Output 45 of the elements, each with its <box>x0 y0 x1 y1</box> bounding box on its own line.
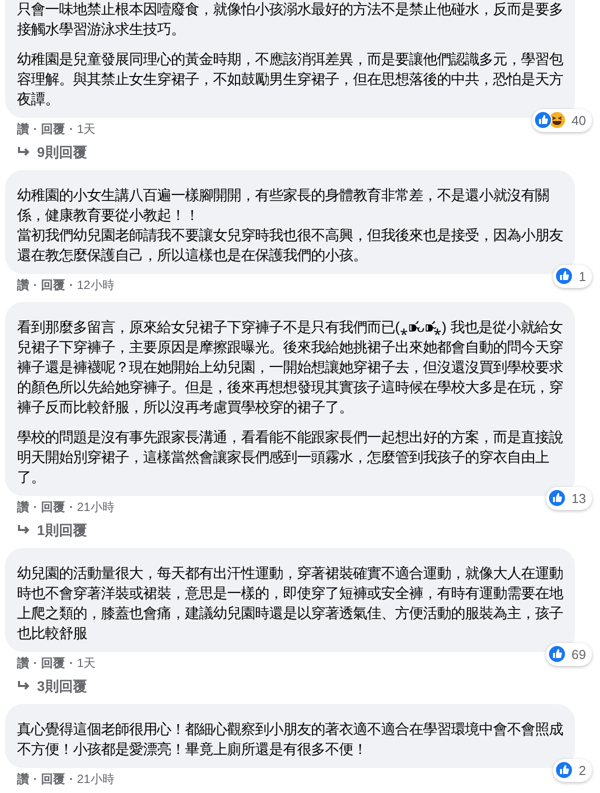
like-icon <box>554 761 573 780</box>
comment-text: 看到那麼多留言，原來給女兒裙子下穿褲子不是只有我們而已(⁎⁍̴̛ᴗ⁍̴̛⁎) 我也是從小就給女兒裙子下穿褲子，主要原因是摩擦跟曝光。後來我給她挑裙子出來她都會自動的問今天穿褲子還是褲襪呢？現在她開始上幼兒園，一開始想讓她穿裙子去，但沒還沒買到學校要求的顏色所以先給她穿褲子。但是，後來再想想發現其實孩子這時候在學校大多是在玩，穿褲子反而比較舒服，所以沒再考慮買學校穿的裙子了。 <box>17 318 564 418</box>
reaction-count: 13 <box>572 490 586 508</box>
comment-text: 真心覺得這個老師很用心！都細心觀察到小朋友的著衣適不適合在學習環境中會不會照成不方便！小孩都是愛漂亮！畢竟上廁所還是有很多不便！ <box>17 720 564 760</box>
reaction-count: 40 <box>572 112 586 130</box>
timestamp[interactable]: 21小時 <box>77 498 114 516</box>
reaction-count: 2 <box>578 762 586 780</box>
timestamp[interactable]: 21小時 <box>77 770 114 788</box>
reply-link[interactable]: 回覆 <box>41 276 65 294</box>
reaction-count: 1 <box>578 268 586 286</box>
reply-arrow-icon <box>17 680 31 692</box>
like-icon <box>548 645 566 664</box>
like-link[interactable]: 讚 <box>17 498 29 516</box>
reaction-summary[interactable]: 13 <box>546 486 592 510</box>
comment-text: 當初我們幼兒園老師請我不要讓女兒穿時我也很不高興，但我後來也是接受，因為小朋友還在教怎麼保護自己，所以這樣也是在保護我們的小孩。 <box>17 226 564 266</box>
reply-link[interactable]: 回覆 <box>41 120 65 138</box>
like-icon <box>534 111 552 130</box>
timestamp[interactable]: 12小時 <box>77 276 114 294</box>
like-link[interactable]: 讚 <box>17 654 29 672</box>
reaction-summary[interactable]: 2 <box>552 758 592 782</box>
view-replies-link[interactable]: 1則回覆 <box>37 520 87 540</box>
like-icon <box>554 267 573 286</box>
like-link[interactable]: 讚 <box>17 276 29 294</box>
comment-text: 幼兒園的活動量很大，每天都有出汗性運動，穿著裙裝確實不適合運動，就像大人在運動時也不會穿著洋裝或裙裝，意思是一樣的，即使穿了短褲或安全褲，有時有運動需要在地上爬之類的，膝蓋也會痛，建議幼兒園時還是以穿著透氣佳、方便活動的服裝為主，孩子也比較舒服 <box>17 564 564 644</box>
timestamp[interactable]: 1天 <box>77 120 96 138</box>
reply-link[interactable]: 回覆 <box>41 770 65 788</box>
comment-text: 幼稚園是兒童發展同理心的黃金時期，不應該消弭差異，而是要讓他們認識多元，學習包容理解。與其禁止女生穿裙子，不如鼓勵男生穿裙子，但在思想落後的中共，恐怕是天方夜譚。 <box>17 50 564 110</box>
reply-link[interactable]: 回覆 <box>41 498 65 516</box>
reply-arrow-icon <box>17 146 31 158</box>
reply-arrow-icon <box>17 524 31 536</box>
comment-text: 只會一味地禁止根本因噎廢食，就像怕小孩溺水最好的方法不是禁止他碰水，反而是要多接觸水學習游泳求生技巧。 <box>17 0 564 40</box>
reaction-summary[interactable]: 69 <box>546 642 592 666</box>
comment-text: 學校的問題是沒有事先跟家長溝通，看看能不能跟家長們一起想出好的方案，而是直接說明天開始別穿裙子，這樣當然會讓家長們感到一頭霧水，怎麼管到我孩子的穿衣自由上了。 <box>17 428 564 488</box>
reaction-summary[interactable]: 40 <box>532 108 592 132</box>
laughing-face-icon <box>548 111 566 130</box>
comment-text: 幼稚園的小女生講八百遍一樣腳開開，有些家長的身體教育非常差，不是還小就沒有關係，健康教育要從小教起！！ <box>17 186 550 226</box>
reaction-summary[interactable]: 1 <box>552 264 592 288</box>
reply-link[interactable]: 回覆 <box>41 654 65 672</box>
view-replies-link[interactable]: 3則回覆 <box>37 676 87 696</box>
timestamp[interactable]: 1天 <box>77 654 96 672</box>
like-icon <box>548 489 566 508</box>
like-link[interactable]: 讚 <box>17 120 29 138</box>
view-replies-link[interactable]: 9則回覆 <box>37 142 87 162</box>
reaction-count: 69 <box>572 646 586 664</box>
like-link[interactable]: 讚 <box>17 770 29 788</box>
